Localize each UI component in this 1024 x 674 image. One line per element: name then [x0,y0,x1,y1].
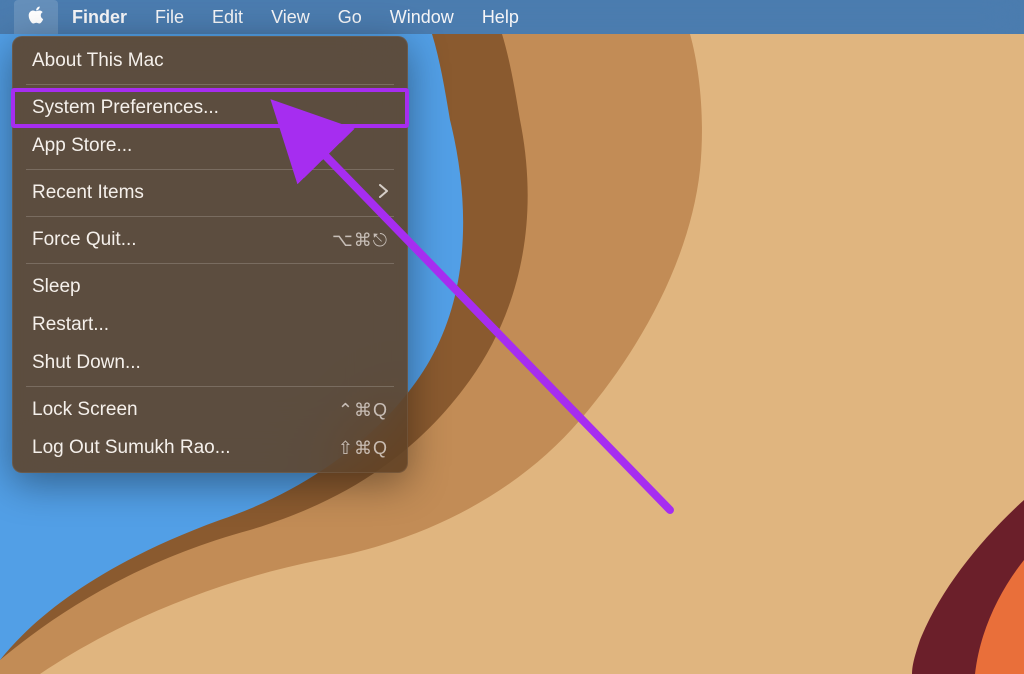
menu-item-label: Sleep [32,276,81,298]
menubar-item-edit[interactable]: Edit [198,0,257,34]
keyboard-shortcut: ⌃⌘Q [338,400,388,421]
menu-separator [26,216,394,217]
menu-item-label: System Preferences... [32,97,219,119]
apple-menu-dropdown: About This Mac System Preferences... App… [12,36,408,473]
menu-item-label: Lock Screen [32,399,138,421]
menubar: Finder File Edit View Go Window Help [0,0,1024,34]
menu-item-shutdown[interactable]: Shut Down... [12,344,408,382]
chevron-right-icon [379,184,388,203]
keyboard-shortcut: ⇧⌘Q [338,438,388,459]
menu-separator [26,84,394,85]
menu-item-system-preferences[interactable]: System Preferences... [12,89,408,127]
apple-menu-button[interactable] [14,0,58,34]
menu-item-sleep[interactable]: Sleep [12,268,408,306]
menubar-item-go[interactable]: Go [324,0,376,34]
menu-item-label: Force Quit... [32,229,137,251]
menubar-app-name[interactable]: Finder [58,0,141,34]
menu-item-label: Log Out Sumukh Rao... [32,437,231,459]
menu-item-label: Shut Down... [32,352,141,374]
menu-item-label: About This Mac [32,50,164,72]
menubar-item-view[interactable]: View [257,0,324,34]
menu-item-app-store[interactable]: App Store... [12,127,408,165]
menu-separator [26,386,394,387]
menubar-item-window[interactable]: Window [376,0,468,34]
menu-item-recent-items[interactable]: Recent Items [12,174,408,212]
menu-item-force-quit[interactable]: Force Quit... ⌥⌘⎋ [12,221,408,259]
menu-item-lock-screen[interactable]: Lock Screen ⌃⌘Q [12,391,408,429]
menu-separator [26,169,394,170]
menu-item-log-out[interactable]: Log Out Sumukh Rao... ⇧⌘Q [12,429,408,467]
keyboard-shortcut: ⌥⌘⎋ [332,230,388,251]
menubar-item-file[interactable]: File [141,0,198,34]
apple-logo-icon [27,5,45,30]
menu-item-label: Recent Items [32,182,144,204]
menu-separator [26,263,394,264]
menu-item-about-this-mac[interactable]: About This Mac [12,42,408,80]
menu-item-restart[interactable]: Restart... [12,306,408,344]
menu-item-label: App Store... [32,135,132,157]
menubar-item-help[interactable]: Help [468,0,533,34]
menu-item-label: Restart... [32,314,109,336]
